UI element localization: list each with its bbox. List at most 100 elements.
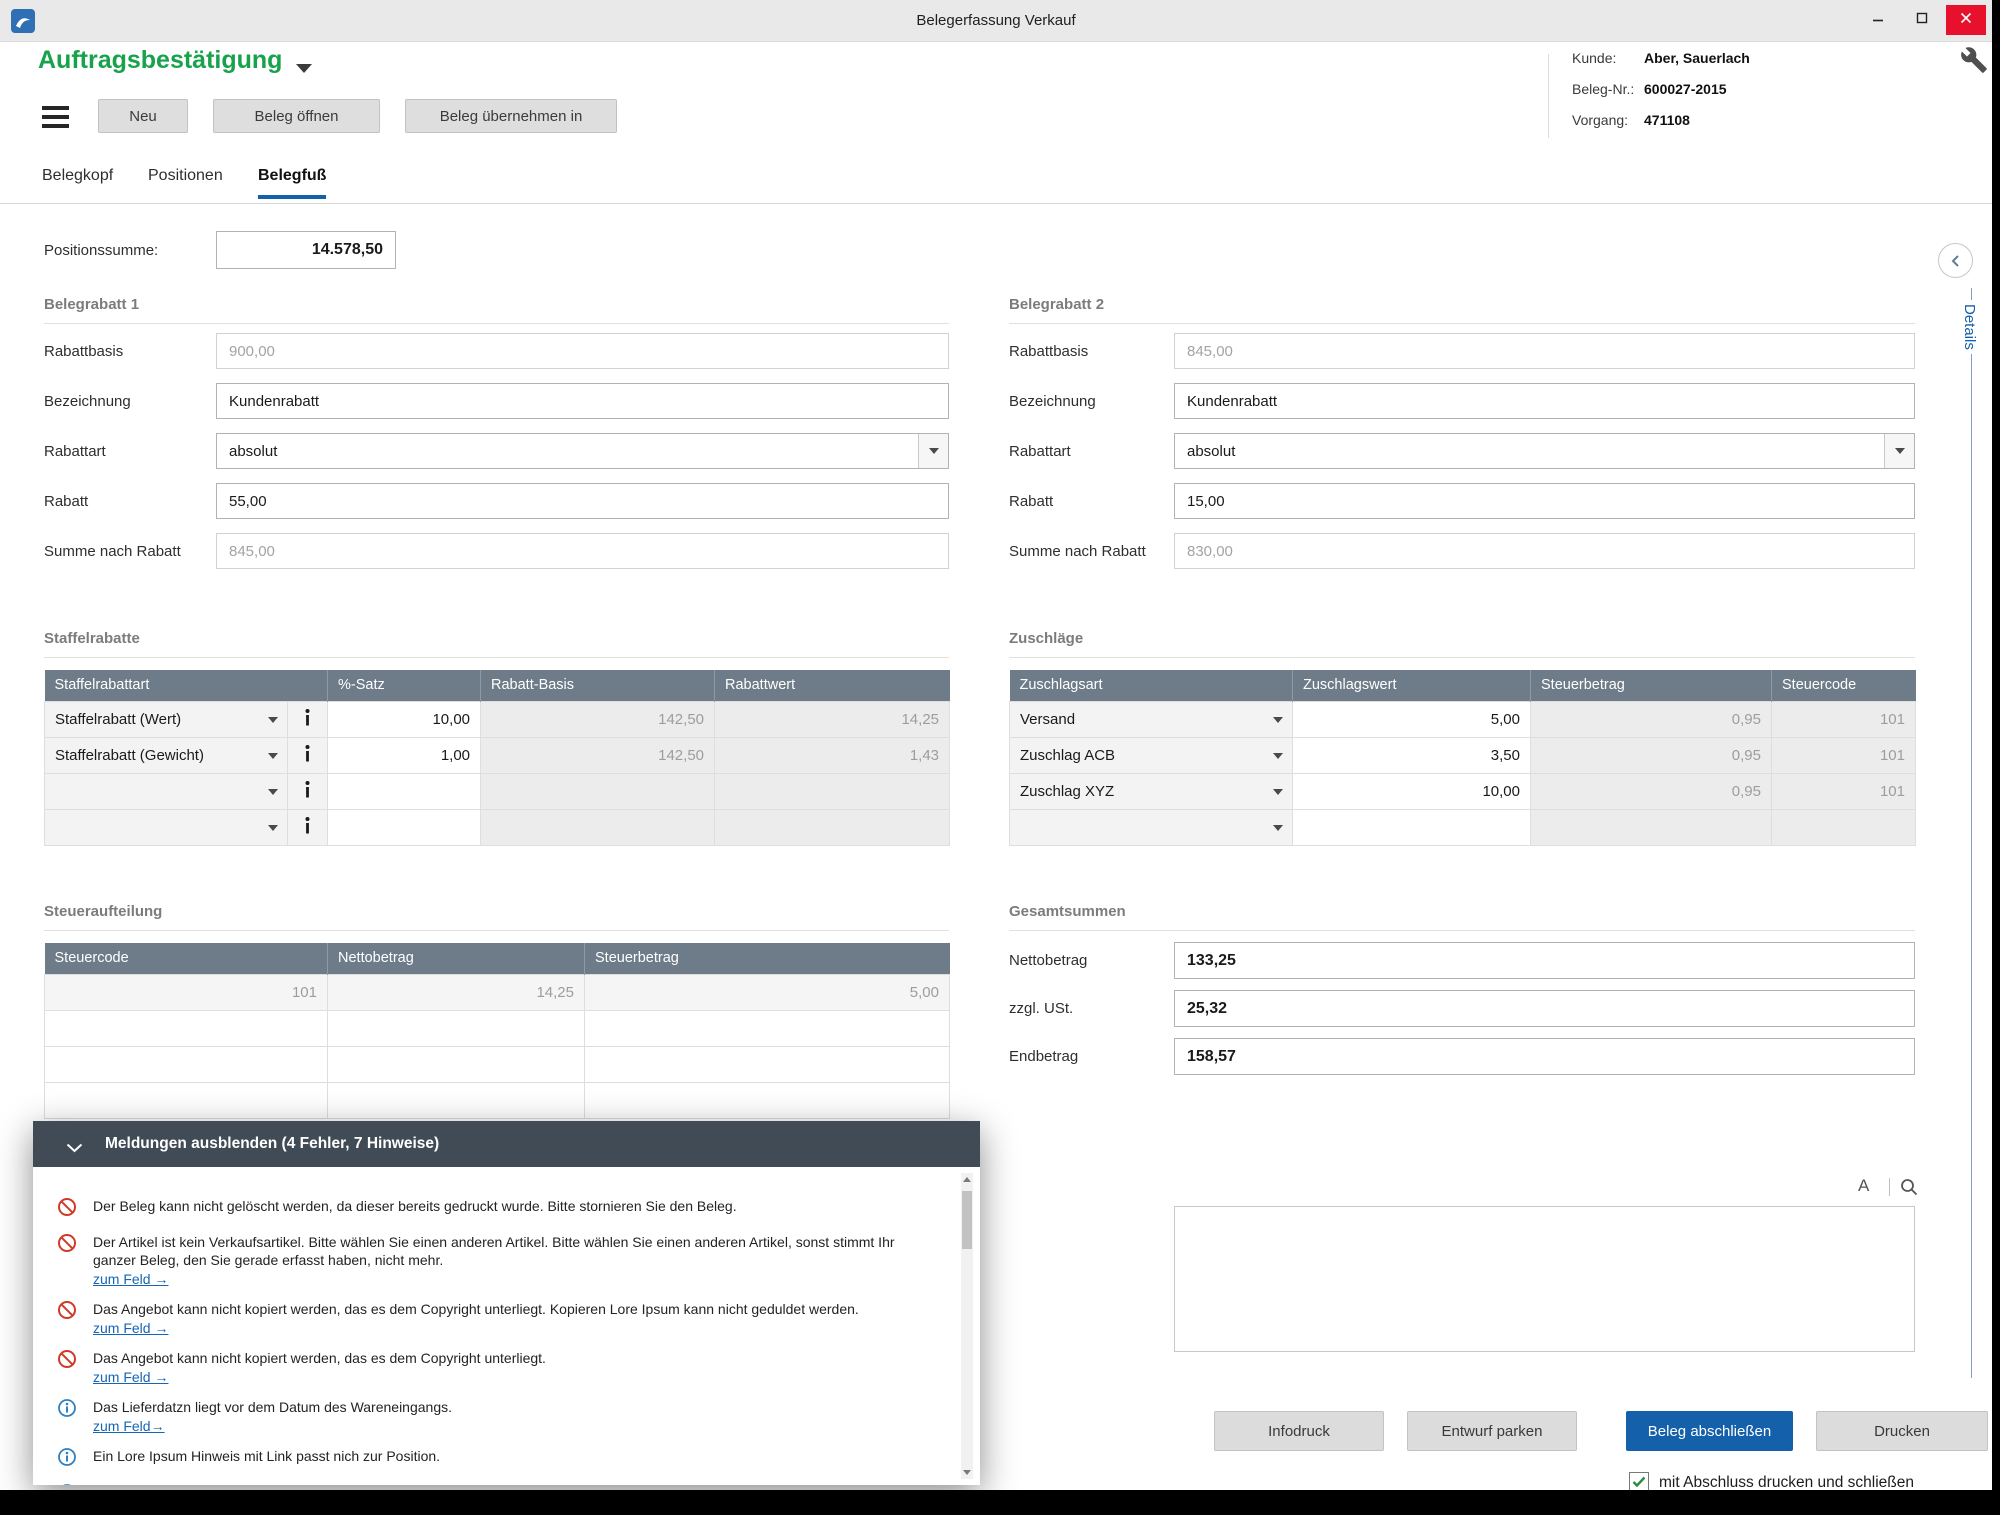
zuschlaege-table: Zuschlagsart Zuschlagswert Steuerbetrag … <box>1009 670 1916 846</box>
zuschlagsart-combobox[interactable]: Zuschlag ACB <box>1010 737 1293 773</box>
row-info-button[interactable] <box>288 737 328 773</box>
staffelrabattart-combobox[interactable] <box>45 809 288 845</box>
tab-positionen[interactable]: Positionen <box>148 167 223 195</box>
menu-button[interactable] <box>42 100 78 134</box>
zuschlagswert-cell[interactable]: 10,00 <box>1293 773 1531 809</box>
row-info-button[interactable] <box>288 809 328 845</box>
chevron-down-icon[interactable] <box>1273 789 1283 795</box>
table-row <box>45 809 950 845</box>
satz-cell[interactable] <box>328 809 481 845</box>
message-link[interactable]: zum Feld→ <box>93 1418 165 1434</box>
close-button[interactable] <box>1946 5 1986 35</box>
section-divider <box>1009 657 1915 658</box>
section-title-steueraufteilung: Steueraufteilung <box>44 903 162 920</box>
scrollbar[interactable] <box>961 1173 973 1479</box>
beleg-abschliessen-button[interactable]: Beleg abschließen <box>1626 1411 1793 1451</box>
satz-cell[interactable] <box>328 773 481 809</box>
rabattart-dropdown-button-2[interactable] <box>1884 434 1914 468</box>
zuschlagswert-cell[interactable] <box>1293 809 1531 845</box>
tabs-divider <box>0 203 1992 204</box>
settings-button[interactable] <box>1960 46 1988 74</box>
steuerbetrag-cell <box>585 1010 950 1046</box>
steuerbetrag-cell <box>585 1046 950 1082</box>
message-link[interactable]: zum Feld → <box>93 1369 168 1385</box>
chevron-down-icon[interactable] <box>296 64 312 73</box>
bezeichnung-input-2[interactable] <box>1174 383 1915 419</box>
messages-header-text: Meldungen ausblenden (4 Fehler, 7 Hinwei… <box>105 1135 439 1153</box>
wert-cell <box>715 773 950 809</box>
chevron-down-icon[interactable] <box>1273 753 1283 759</box>
memo-textarea[interactable] <box>1174 1206 1915 1352</box>
rabatt-input-2[interactable] <box>1174 483 1915 519</box>
entwurf-parken-button[interactable]: Entwurf parken <box>1407 1411 1577 1451</box>
summe-nach-rabatt-label-1: Summe nach Rabatt <box>44 543 181 560</box>
maximize-button[interactable] <box>1902 5 1942 35</box>
positionssumme-input[interactable] <box>216 231 396 269</box>
table-row: Staffelrabatt (Wert) 10,00 142,50 14,25 <box>45 701 950 737</box>
endbetrag-input[interactable] <box>1174 1038 1915 1075</box>
infodruck-button[interactable]: Infodruck <box>1214 1411 1384 1451</box>
messages-panel: Meldungen ausblenden (4 Fehler, 7 Hinwei… <box>33 1121 980 1485</box>
positionssumme-label: Positionssumme: <box>44 242 158 259</box>
font-tool-icon[interactable]: A <box>1858 1176 1869 1196</box>
new-button[interactable]: Neu <box>98 99 188 133</box>
tab-belegkopf[interactable]: Belegkopf <box>42 167 113 195</box>
rabattart-select-2[interactable] <box>1174 433 1915 469</box>
section-divider <box>1009 930 1915 931</box>
error-icon <box>57 1300 77 1338</box>
row-info-button[interactable] <box>288 701 328 737</box>
staffelrabattart-combobox[interactable]: Staffelrabatt (Wert) <box>45 701 288 737</box>
tab-belegfuss[interactable]: Belegfuß <box>258 167 326 199</box>
drucken-button[interactable]: Drucken <box>1816 1411 1988 1451</box>
chevron-down-icon[interactable] <box>268 717 278 723</box>
message-item: Der Beleg kann nicht gelöscht werden, da… <box>57 1197 918 1222</box>
staffelrabattart-combobox[interactable]: Staffelrabatt (Gewicht) <box>45 737 288 773</box>
chevron-down-icon[interactable] <box>268 825 278 831</box>
column-header: Staffelrabattart <box>45 670 328 701</box>
scroll-up-arrow-icon[interactable] <box>963 1177 971 1182</box>
satz-cell[interactable]: 10,00 <box>328 701 481 737</box>
chevron-down-icon[interactable] <box>66 1140 83 1158</box>
zuschlagsart-combobox[interactable] <box>1010 809 1293 845</box>
details-tab[interactable]: Details <box>1961 300 1978 354</box>
messages-header[interactable]: Meldungen ausblenden (4 Fehler, 7 Hinwei… <box>33 1121 980 1167</box>
combo-value: Versand <box>1020 711 1075 728</box>
zuschlagswert-cell[interactable]: 5,00 <box>1293 701 1531 737</box>
chevron-down-icon[interactable] <box>1273 717 1283 723</box>
chevron-left-icon <box>1950 254 1961 268</box>
scrollbar-thumb[interactable] <box>962 1191 972 1249</box>
doc-type-selector[interactable]: Auftragsbestätigung <box>38 46 282 75</box>
transfer-document-button[interactable]: Beleg übernehmen in <box>405 99 617 133</box>
rabatt-label-2: Rabatt <box>1009 493 1053 510</box>
bezeichnung-label-2: Bezeichnung <box>1009 393 1096 410</box>
chevron-down-icon[interactable] <box>268 753 278 759</box>
bezeichnung-input-1[interactable] <box>216 383 949 419</box>
zuschlagsart-combobox[interactable]: Zuschlag XYZ <box>1010 773 1293 809</box>
collapse-details-button[interactable] <box>1938 243 1973 278</box>
rabattart-dropdown-button-1[interactable] <box>918 434 948 468</box>
chevron-down-icon[interactable] <box>1273 825 1283 831</box>
row-info-button[interactable] <box>288 773 328 809</box>
open-document-button[interactable]: Beleg öffnen <box>213 99 380 133</box>
minimize-button[interactable] <box>1858 5 1898 35</box>
nettobetrag-input[interactable] <box>1174 942 1915 979</box>
message-text: Der Artikel ist kein Verkaufsartikel. Bi… <box>93 1233 918 1269</box>
scroll-down-arrow-icon[interactable] <box>963 1470 971 1475</box>
message-link[interactable]: zum Feld → <box>93 1320 168 1336</box>
column-header: Steuerbetrag <box>1531 670 1772 701</box>
ust-input[interactable] <box>1174 990 1915 1027</box>
customer-label: Kunde: <box>1572 50 1616 66</box>
staffelrabattart-combobox[interactable] <box>45 773 288 809</box>
zuschlagswert-cell[interactable]: 3,50 <box>1293 737 1531 773</box>
print-close-checkbox[interactable] <box>1629 1472 1649 1490</box>
combo-value: Staffelrabatt (Gewicht) <box>55 747 204 764</box>
table-row <box>45 773 950 809</box>
chevron-down-icon[interactable] <box>268 789 278 795</box>
search-tool-button[interactable] <box>1900 1178 1918 1201</box>
message-link[interactable]: zum Feld → <box>93 1271 168 1287</box>
satz-cell[interactable]: 1,00 <box>328 737 481 773</box>
zuschlagsart-combobox[interactable]: Versand <box>1010 701 1293 737</box>
rabatt-input-1[interactable] <box>216 483 949 519</box>
steuercode-cell <box>45 1010 328 1046</box>
rabattart-select-1[interactable] <box>216 433 949 469</box>
